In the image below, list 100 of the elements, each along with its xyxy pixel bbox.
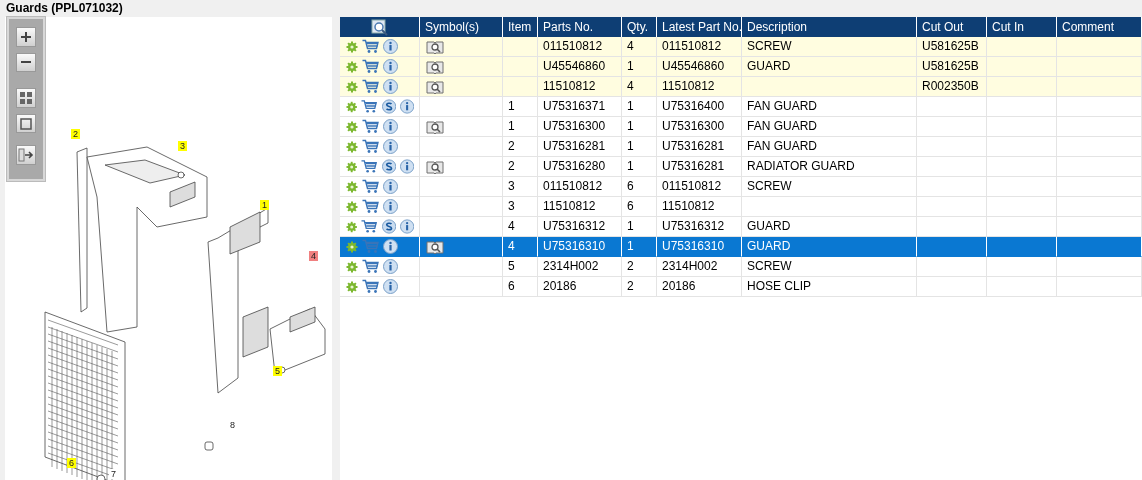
callout-label[interactable]: 2 [71, 129, 80, 139]
cart-icon[interactable] [362, 179, 379, 194]
info-icon[interactable] [383, 139, 398, 154]
info-icon[interactable] [383, 279, 398, 294]
cart-icon[interactable] [361, 159, 378, 174]
book-icon[interactable] [426, 79, 444, 94]
table-cell: RADIATOR GUARD [742, 157, 917, 177]
info-icon[interactable] [383, 59, 398, 74]
table-cell: 20186 [538, 277, 622, 297]
part-row[interactable]: 1 U75316300 1 U75316300 FAN GUARD [340, 117, 1142, 137]
callout-label[interactable]: 3 [178, 141, 187, 151]
table-cell: 11510812 [538, 197, 622, 217]
callout-label[interactable]: 7 [109, 469, 118, 479]
table-cell: SCREW [742, 177, 917, 197]
info-icon[interactable] [399, 219, 414, 234]
table-cell: 6 [622, 177, 657, 197]
column-header[interactable]: Cut In [987, 17, 1057, 37]
table-cell: 2 [622, 277, 657, 297]
column-header[interactable]: Comment [1057, 17, 1142, 37]
table-cell: FAN GUARD [742, 117, 917, 137]
table-cell: 3 [503, 177, 538, 197]
info-icon[interactable] [383, 199, 398, 214]
table-cell: 5 [503, 257, 538, 277]
table-cell: HOSE CLIP [742, 277, 917, 297]
column-header[interactable]: Parts No. [538, 17, 622, 37]
cart-icon[interactable] [361, 99, 378, 114]
part-row[interactable]: 1 U75316371 1 U75316400 FAN GUARD [340, 97, 1142, 117]
table-cell: 1 [622, 97, 657, 117]
part-row[interactable]: 3 011510812 6 011510812 SCREW [340, 177, 1142, 197]
table-cell: 11510812 [657, 197, 742, 217]
part-row[interactable]: 2 U75316280 1 U75316281 RADIATOR GUARD [340, 157, 1142, 177]
info-icon[interactable] [383, 79, 398, 94]
info-icon[interactable] [383, 179, 398, 194]
table-cell: U75316300 [657, 117, 742, 137]
info-icon[interactable] [383, 39, 398, 54]
info-icon[interactable] [383, 239, 398, 254]
part-row[interactable]: 5 2314H002 2 2314H002 SCREW [340, 257, 1142, 277]
table-cell: 2 [622, 257, 657, 277]
table-cell [503, 77, 538, 97]
table-cell [917, 137, 987, 157]
book-icon[interactable] [426, 59, 444, 74]
callout-label[interactable]: 6 [67, 458, 76, 468]
table-cell: U75316300 [538, 117, 622, 137]
cart-icon[interactable] [361, 219, 378, 234]
info-icon[interactable] [383, 119, 398, 134]
part-row[interactable]: 011510812 4 011510812 SCREW U581625B [340, 37, 1142, 57]
table-cell: FAN GUARD [742, 137, 917, 157]
table-cell: U75316371 [538, 97, 622, 117]
book-icon[interactable] [426, 39, 444, 54]
callout-label[interactable]: 5 [273, 366, 282, 376]
s-icon[interactable] [381, 99, 396, 114]
column-header[interactable]: Item [503, 17, 538, 37]
book-icon[interactable] [426, 119, 444, 134]
info-icon[interactable] [383, 259, 398, 274]
column-header[interactable]: Latest Part No. [657, 17, 742, 37]
column-header[interactable]: Symbol(s) [420, 17, 503, 37]
search-icon[interactable] [370, 18, 389, 36]
fit-window-icon[interactable] [16, 113, 36, 134]
table-cell: 6 [503, 277, 538, 297]
cart-icon[interactable] [362, 279, 379, 294]
part-row[interactable]: 3 11510812 6 11510812 [340, 197, 1142, 217]
part-row[interactable]: 6 20186 2 20186 HOSE CLIP [340, 277, 1142, 297]
info-icon[interactable] [399, 99, 414, 114]
table-cell: 1 [622, 237, 657, 257]
part-row[interactable]: 4 U75316310 1 U75316310 GUARD [340, 237, 1142, 257]
cart-icon[interactable] [362, 139, 379, 154]
part-row[interactable]: 2 U75316281 1 U75316281 FAN GUARD [340, 137, 1142, 157]
column-header[interactable]: Cut Out [917, 17, 987, 37]
callout-label[interactable]: 1 [260, 200, 269, 210]
table-cell: 11510812 [657, 77, 742, 97]
cart-icon[interactable] [362, 259, 379, 274]
cart-icon[interactable] [362, 79, 379, 94]
callout-label[interactable]: 8 [228, 420, 237, 430]
column-header[interactable]: Description [742, 17, 917, 37]
book-icon[interactable] [426, 239, 444, 254]
table-cell: U75316281 [538, 137, 622, 157]
zoom-in-icon[interactable] [16, 27, 36, 47]
part-row[interactable]: U45546860 1 U45546860 GUARD U581625B [340, 57, 1142, 77]
export-icon[interactable] [16, 145, 36, 166]
fit-all-icon[interactable] [16, 88, 36, 108]
cart-icon[interactable] [362, 59, 379, 74]
table-cell [917, 117, 987, 137]
cart-icon[interactable] [362, 39, 379, 54]
cart-icon[interactable] [362, 119, 379, 134]
table-cell: GUARD [742, 237, 917, 257]
table-cell: 3 [503, 197, 538, 217]
table-cell: U75316310 [657, 237, 742, 257]
zoom-out-icon[interactable] [16, 52, 36, 73]
column-header[interactable] [340, 17, 420, 37]
s-icon[interactable] [381, 219, 396, 234]
cart-icon[interactable] [362, 199, 379, 214]
info-icon[interactable] [399, 159, 414, 174]
book-icon[interactable] [426, 159, 444, 174]
s-icon[interactable] [381, 159, 396, 174]
table-cell: U75316310 [538, 237, 622, 257]
table-cell: 2314H002 [657, 257, 742, 277]
callout-label[interactable]: 4 [309, 251, 318, 261]
part-row[interactable]: 11510812 4 11510812 R002350B [340, 77, 1142, 97]
column-header[interactable]: Qty. [622, 17, 657, 37]
gear-icon[interactable] [346, 240, 358, 253]
